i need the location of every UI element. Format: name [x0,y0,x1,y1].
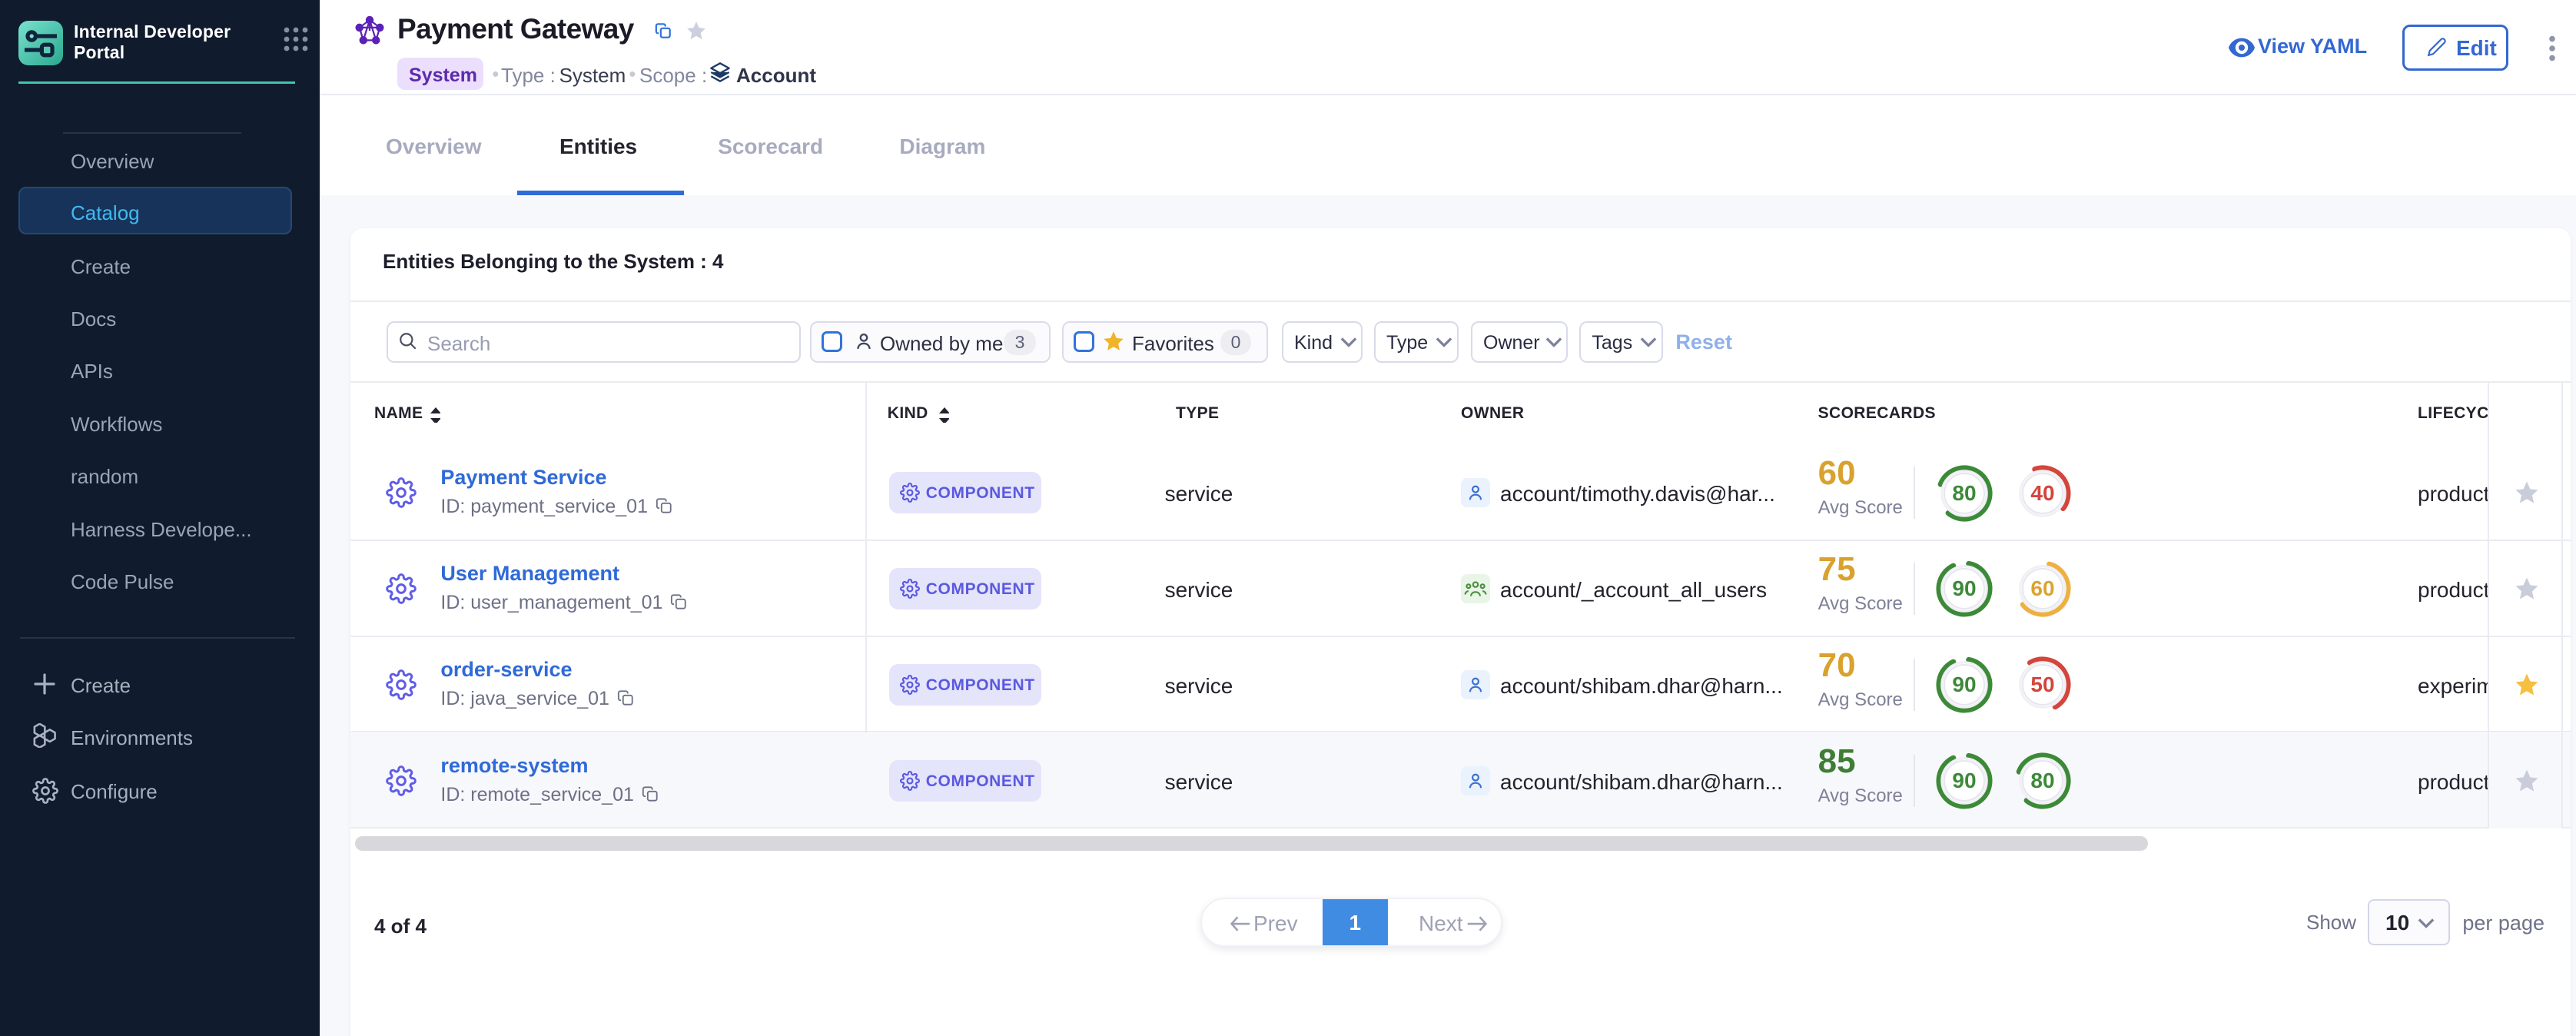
svg-text:60: 60 [2030,576,2054,600]
svg-text:80: 80 [2030,769,2054,792]
svg-text:50: 50 [2030,672,2054,696]
svg-text:90: 90 [1952,672,1976,696]
svg-text:80: 80 [1952,481,1976,505]
svg-text:40: 40 [2030,481,2054,505]
svg-text:90: 90 [1952,769,1976,792]
svg-text:90: 90 [1952,576,1976,600]
